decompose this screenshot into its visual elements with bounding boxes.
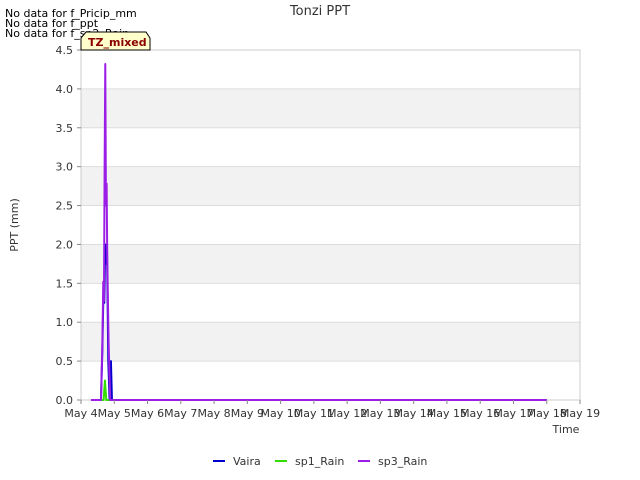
plot-band: [81, 127, 580, 167]
y-tick-label: 4.0: [56, 83, 74, 96]
plot-band: [81, 244, 580, 284]
chart-title: Tonzi PPT: [289, 4, 350, 19]
x-tick-label: May 6: [131, 407, 164, 420]
legend: Vaira sp1_Rain sp3_Rain: [213, 455, 427, 468]
plot-band: [81, 205, 580, 245]
plot-band: [81, 50, 580, 89]
y-tick-label: 3.5: [56, 122, 74, 135]
y-tick-label: 2.5: [56, 200, 74, 213]
x-tick-label: May 8: [197, 407, 230, 420]
plot-band: [81, 322, 580, 362]
tz-badge: TZ_mixed: [80, 31, 151, 51]
plot-band: [81, 166, 580, 206]
y-tick-label: 1.0: [56, 316, 74, 329]
y-tick-label: 1.5: [56, 277, 74, 290]
y-axis-ticks: 0.0 0.5 1.0 1.5 2.0 2.5 3.0 3.5 4.0 4.5: [56, 44, 81, 407]
x-tick-label: May 9: [231, 407, 264, 420]
x-tick-label: May 7: [164, 407, 197, 420]
y-tick-label: 2.0: [56, 238, 74, 251]
y-tick-label: 3.0: [56, 161, 74, 174]
x-tick-label: May 19: [560, 407, 600, 420]
plot-background-bands: [81, 50, 580, 400]
ppt-chart: 0.00.51.01.52.02.53.03.54.04.5 May 4 May …: [8, 4, 600, 468]
x-axis-ticks: May 4 May 5 May 6 May 7 May 8 May 9May 10May …: [64, 400, 600, 420]
x-tick-label: May 5: [98, 407, 131, 420]
tz-badge-label: TZ_mixed: [88, 36, 147, 49]
legend-label-sp3-rain: sp3_Rain: [378, 455, 427, 468]
y-tick-label: 0.0: [56, 394, 74, 407]
y-tick-label: 4.5: [56, 44, 74, 57]
plot-band: [81, 361, 580, 400]
x-axis-label: Time: [552, 423, 580, 436]
x-tick-label: May 4: [64, 407, 97, 420]
legend-label-vaira: Vaira: [233, 455, 261, 468]
y-axis-label: PPT (mm): [8, 198, 21, 252]
legend-label-sp1-rain: sp1_Rain: [295, 455, 344, 468]
plot-band: [81, 283, 580, 323]
plot-band: [81, 88, 580, 128]
y-tick-label: 0.5: [56, 355, 74, 368]
